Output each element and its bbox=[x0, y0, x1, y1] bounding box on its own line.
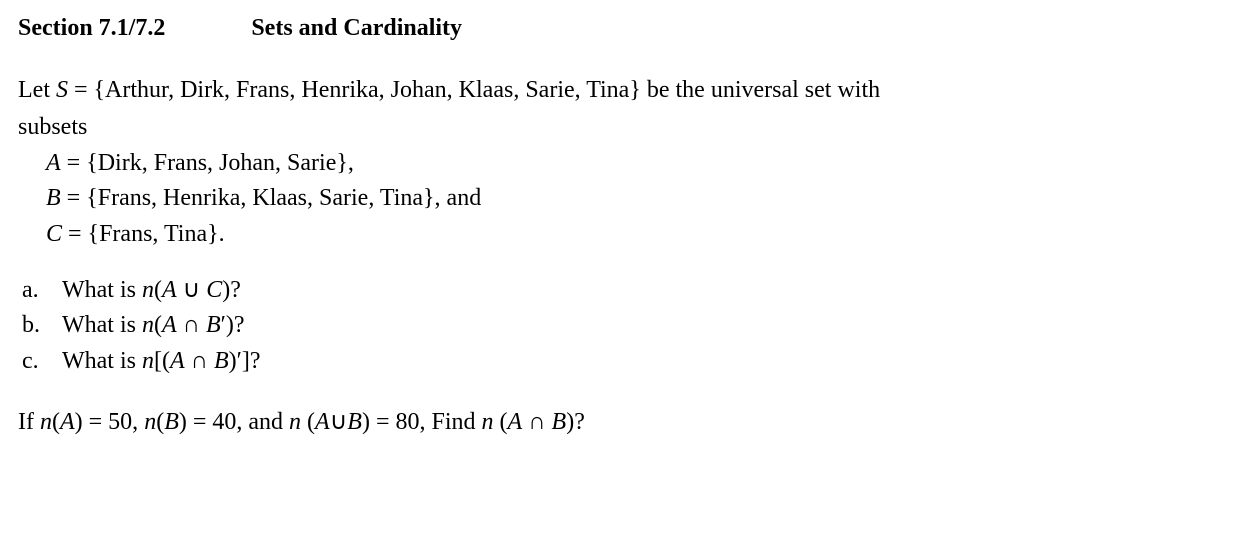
qb-po: ( bbox=[154, 312, 162, 338]
fin-sp3: ( bbox=[301, 409, 315, 435]
section-header: Section 7.1/7.2 Sets and Cardinality bbox=[18, 12, 1241, 46]
fin-A2: A bbox=[315, 409, 330, 435]
fin-if: If bbox=[18, 409, 40, 435]
qc-prefix: What is bbox=[62, 348, 142, 374]
qc-cl: )′]? bbox=[229, 348, 261, 374]
section-title: Sets and Cardinality bbox=[251, 15, 462, 41]
intro-let: Let bbox=[18, 77, 56, 103]
fin-n4: n bbox=[482, 409, 494, 435]
fin-A3: A bbox=[508, 409, 523, 435]
set-B-def: = {Frans, Henrika, Klaas, Sarie, Tina}, … bbox=[61, 185, 482, 211]
fin-p2o: ( bbox=[156, 409, 164, 435]
qc-B: B bbox=[214, 348, 229, 374]
question-b-letter: b. bbox=[22, 309, 62, 343]
fin-sp4: ( bbox=[494, 409, 508, 435]
set-C-row: C = {Frans, Tina}. bbox=[46, 218, 1241, 252]
set-S: S bbox=[56, 77, 68, 103]
qb-prefix: What is bbox=[62, 312, 142, 338]
set-B-row: B = {Frans, Henrika, Klaas, Sarie, Tina}… bbox=[46, 182, 1241, 216]
qc-n: n bbox=[142, 348, 154, 374]
qb-A: A bbox=[162, 312, 177, 338]
qb-op: ∩ bbox=[177, 312, 206, 338]
intro-line: Let S = {Arthur, Dirk, Frans, Henrika, J… bbox=[18, 74, 1241, 108]
question-b-text: What is n(A ∩ B′)? bbox=[62, 309, 245, 343]
question-c-text: What is n[(A ∩ B)′]? bbox=[62, 345, 261, 379]
question-a-text: What is n(A ∪ C)? bbox=[62, 274, 241, 308]
fin-p3c: ) = 80, Find bbox=[362, 409, 482, 435]
question-a-letter: a. bbox=[22, 274, 62, 308]
fin-n1: n bbox=[40, 409, 52, 435]
qa-A: A bbox=[162, 277, 177, 303]
set-A-row: A = {Dirk, Frans, Johan, Sarie}, bbox=[46, 147, 1241, 181]
set-C-def: = {Frans, Tina}. bbox=[62, 221, 225, 247]
qc-bo: [( bbox=[154, 348, 170, 374]
question-b: b. What is n(A ∩ B′)? bbox=[22, 309, 1241, 343]
qa-op: ∪ bbox=[177, 277, 207, 303]
question-c-letter: c. bbox=[22, 345, 62, 379]
fin-un: ∪ bbox=[330, 409, 348, 435]
qa-po: ( bbox=[154, 277, 162, 303]
fin-n2: n bbox=[144, 409, 156, 435]
final-question: If n(A) = 50, n(B) = 40, and n (A∪B) = 8… bbox=[18, 406, 1241, 440]
set-B-var: B bbox=[46, 185, 61, 211]
intro-rest: = {Arthur, Dirk, Frans, Henrika, Johan, … bbox=[68, 77, 880, 103]
qa-prefix: What is bbox=[62, 277, 142, 303]
fin-B3: B bbox=[552, 409, 567, 435]
fin-int: ∩ bbox=[522, 409, 551, 435]
qb-n: n bbox=[142, 312, 154, 338]
qb-B: B bbox=[206, 312, 221, 338]
fin-p4c: )? bbox=[566, 409, 585, 435]
fin-n3: n bbox=[289, 409, 301, 435]
set-A-var: A bbox=[46, 150, 61, 176]
qb-pc: ′)? bbox=[221, 312, 245, 338]
qa-n: n bbox=[142, 277, 154, 303]
fin-p2c: ) = 40, and bbox=[179, 409, 289, 435]
question-a: a. What is n(A ∪ C)? bbox=[22, 274, 1241, 308]
fin-A1: A bbox=[60, 409, 75, 435]
fin-p1o: ( bbox=[52, 409, 60, 435]
qc-op: ∩ bbox=[185, 348, 214, 374]
set-C-var: C bbox=[46, 221, 62, 247]
qc-A: A bbox=[170, 348, 185, 374]
qa-pc: )? bbox=[222, 277, 241, 303]
question-c: c. What is n[(A ∩ B)′]? bbox=[22, 345, 1241, 379]
fin-p1c: ) = 50, bbox=[75, 409, 145, 435]
qa-C: C bbox=[206, 277, 222, 303]
subsets-label: subsets bbox=[18, 111, 1241, 145]
question-list: a. What is n(A ∪ C)? b. What is n(A ∩ B′… bbox=[22, 274, 1241, 379]
section-number: Section 7.1/7.2 bbox=[18, 12, 165, 46]
set-A-def: = {Dirk, Frans, Johan, Sarie}, bbox=[61, 150, 354, 176]
fin-B2: B bbox=[347, 409, 362, 435]
fin-B1: B bbox=[164, 409, 179, 435]
